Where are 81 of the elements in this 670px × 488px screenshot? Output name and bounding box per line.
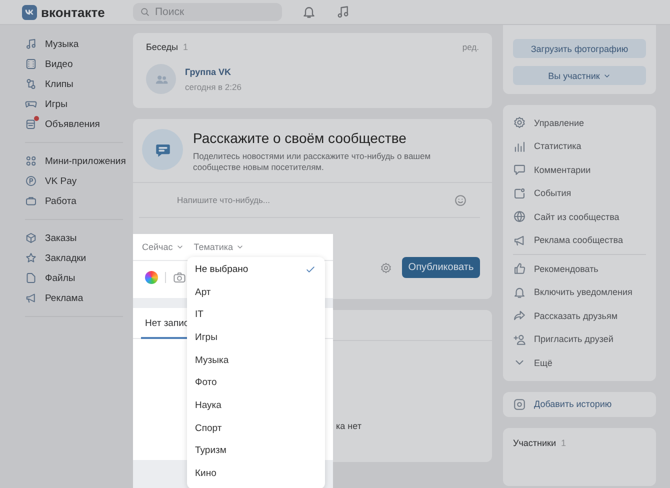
chevron-down-icon [176,243,184,251]
search-icon [140,7,150,17]
topic-option[interactable]: Фото [187,371,325,394]
clips-icon [25,78,37,90]
film-icon [25,58,37,70]
file-icon [25,272,37,284]
composer-description: Поделитесь новостями или расскажите что-нибудь о вашем сообществе новым посетителям. [193,151,432,173]
count: 1 [182,42,188,52]
topic-option[interactable]: Кино [187,462,325,485]
star-icon [25,252,37,264]
action-item[interactable]: Включить уведомления [513,280,646,304]
nav-item[interactable]: Музыка [25,34,123,54]
briefcase-icon [25,195,37,207]
chevron-down-icon [236,243,244,251]
nav-item[interactable]: Закладки [25,248,123,268]
conversation-name[interactable]: Группа VK [185,66,242,76]
music-note-icon[interactable] [336,5,350,19]
color-wheel-icon[interactable] [145,271,158,284]
nav-item[interactable]: Игры [25,94,123,114]
notice-board-icon [25,118,37,130]
megaphone-icon [513,234,526,247]
time-filter[interactable]: Сейчас [142,242,184,252]
publish-button[interactable]: Опубликовать [402,257,480,278]
site-logo[interactable]: вконтакте [41,4,105,20]
composer-title: Расскажите о своём сообществе [193,130,408,146]
topic-option[interactable]: Туризм [187,440,325,462]
action-item[interactable]: Сайт из сообщества [513,205,646,228]
coin-icon [25,175,37,187]
camera-icon[interactable] [173,271,186,284]
count: 1 [561,438,566,448]
nav-item[interactable]: Видео [25,54,123,74]
topic-option[interactable]: Музыка [187,348,325,372]
action-item[interactable]: Комментарии [513,158,646,182]
settings-icon[interactable] [380,262,392,274]
topic-option[interactable]: Наука [187,394,325,417]
nav-item[interactable]: VK Pay [25,171,123,191]
action-item[interactable]: Рассказать друзьям [513,304,646,328]
box-icon [25,232,37,244]
nav-item[interactable]: Объявления [25,114,123,134]
empty-message: ка нет [336,421,362,431]
megaphone-icon [25,292,37,304]
section-title: Беседы [146,42,178,52]
story-icon [513,398,526,411]
chat-bubble-icon [142,129,183,170]
bell-icon[interactable] [302,5,316,19]
calendar-dot-icon [513,186,526,200]
topic-filter[interactable]: Тематика [194,242,244,252]
globe-icon [513,210,526,224]
action-item[interactable]: События [513,182,646,205]
bar-chart-icon [513,140,526,153]
check-icon [305,264,316,275]
smiley-icon[interactable] [454,194,467,206]
nav-item[interactable]: Реклама [25,288,123,308]
topic-option[interactable]: Спорт [187,416,325,440]
section-title: Участники [513,438,556,448]
action-item[interactable]: Статистика [513,134,646,158]
nav-item[interactable]: Работа [25,191,123,211]
action-item[interactable]: Управление [513,111,646,134]
group-avatar-icon[interactable] [146,64,176,94]
action-item[interactable]: Пригласить друзей [513,328,646,351]
share-arrow-icon [513,309,526,322]
upload-photo-button[interactable]: Загрузить фотографию [513,39,646,58]
nav-item[interactable]: Клипы [25,74,123,94]
add-person-icon [513,332,526,346]
nav-item[interactable]: Мини-приложения [25,151,123,171]
music-note-icon [25,38,37,50]
bell-icon [513,286,526,299]
conversation-time: сегодня в 2:26 [185,82,242,92]
nav-item[interactable]: Заказы [25,228,123,248]
action-item[interactable]: Реклама сообщества [513,228,646,252]
speech-bubble-icon [513,163,526,176]
topic-option[interactable]: Не выбрано [187,258,325,281]
action-item[interactable]: Ещё [513,351,646,374]
logo-icon[interactable] [22,4,37,20]
apps-grid-icon [25,155,37,167]
action-item[interactable]: Рекомендовать [513,257,646,280]
nav-item[interactable]: Файлы [25,268,123,288]
membership-button[interactable]: Вы участник [513,66,646,85]
thumbs-up-icon [513,262,526,276]
topic-option[interactable]: Арт [187,280,325,304]
settings-icon [513,116,526,130]
